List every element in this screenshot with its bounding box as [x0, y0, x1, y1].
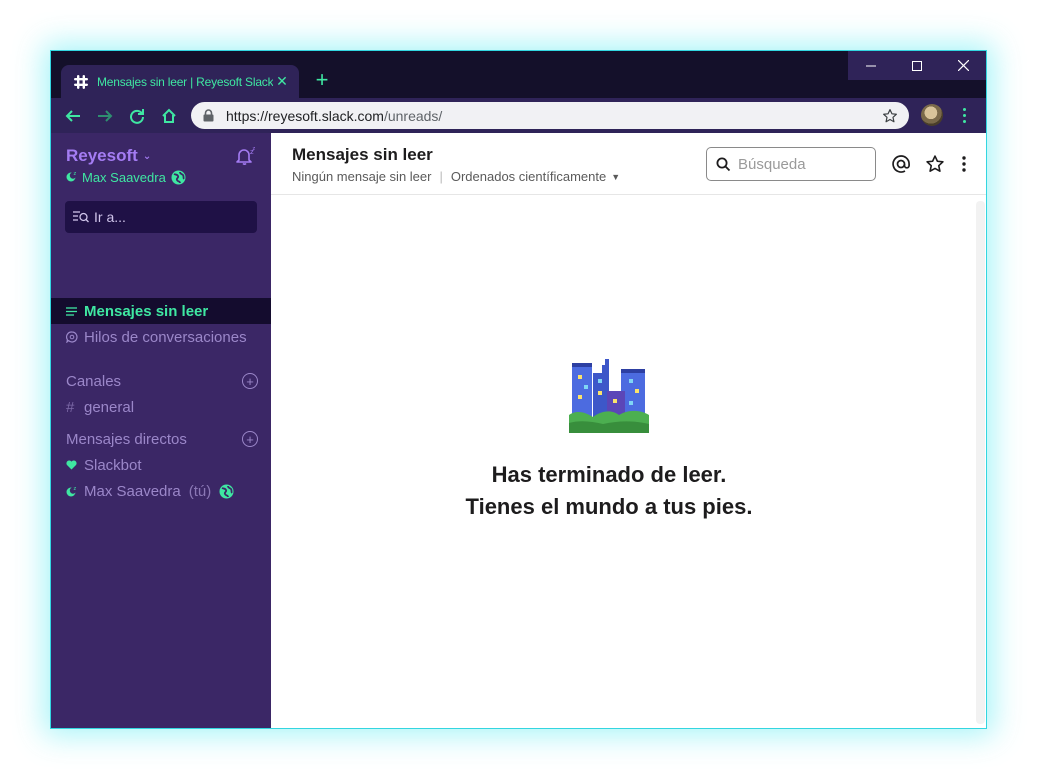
svg-text:z: z — [253, 146, 256, 152]
channels-header[interactable]: Canales + — [66, 370, 258, 392]
forward-icon[interactable] — [89, 101, 121, 131]
main-panel: Mensajes sin leer Ningún mensaje sin lee… — [271, 133, 986, 728]
url-host: https://reyesoft.slack.com — [226, 107, 384, 124]
more-icon[interactable] — [954, 153, 974, 175]
reload-icon[interactable] — [121, 101, 153, 131]
chevron-down-icon[interactable]: ▼ — [611, 172, 620, 182]
workspace-name: Reyesoft — [66, 146, 138, 165]
bookmark-star-icon[interactable] — [881, 107, 899, 125]
tab-title: Mensajes sin leer | Reyesoft Slack — [97, 74, 273, 89]
slack-favicon-icon — [73, 74, 89, 90]
channel-label: general — [84, 398, 135, 416]
dm-label: Max Saavedra — [84, 482, 181, 500]
tab-bar: Mensajes sin leer | Reyesoft Slack ✕ + — [51, 51, 986, 98]
close-window-button[interactable] — [940, 51, 986, 80]
globe-status-icon — [171, 170, 186, 185]
back-icon[interactable] — [57, 101, 89, 131]
sidebar-item-self-dm[interactable]: z Max Saavedra (tú) — [51, 478, 271, 504]
empty-state-message: Has terminado de leer. Tienes el mundo a… — [271, 459, 947, 523]
sidebar: Reyesoft ⌄ zz z Max Saavedra Ir a... Men… — [51, 133, 271, 728]
search-placeholder: Búsqueda — [738, 155, 806, 173]
url-path: /unreads/ — [383, 107, 443, 124]
divider: | — [439, 169, 443, 184]
address-bar[interactable]: https://reyesoft.slack.com/unreads/ — [191, 102, 909, 129]
workspace-switcher[interactable]: Reyesoft ⌄ — [66, 146, 151, 166]
browser-menu-icon[interactable] — [957, 104, 971, 126]
globe-status-icon — [219, 484, 234, 499]
hash-icon: # — [66, 398, 75, 416]
away-snooze-icon: z — [66, 170, 78, 185]
empty-line-2: Tienes el mundo a tus pies. — [465, 494, 753, 519]
star-icon[interactable] — [924, 153, 946, 175]
search-input[interactable]: Búsqueda — [706, 147, 876, 181]
svg-text:z: z — [74, 486, 77, 492]
home-icon[interactable] — [153, 101, 185, 131]
new-tab-button[interactable]: + — [311, 67, 333, 93]
threads-icon — [66, 331, 82, 343]
page-title: Mensajes sin leer — [292, 145, 433, 164]
empty-line-1: Has terminado de leer. — [491, 462, 727, 487]
browser-toolbar: https://reyesoft.slack.com/unreads/ — [51, 98, 986, 133]
sidebar-item-unreads[interactable]: Mensajes sin leer — [51, 298, 271, 324]
unreads-icon — [66, 306, 82, 316]
city-emoji-icon — [569, 351, 649, 433]
maximize-button[interactable] — [894, 51, 940, 80]
sort-dropdown[interactable]: Ordenados científicamente — [451, 169, 606, 184]
heart-icon — [66, 460, 82, 470]
at-icon[interactable] — [890, 153, 912, 175]
jump-to-input[interactable]: Ir a... — [65, 201, 257, 233]
unread-count-text: Ningún mensaje sin leer — [292, 169, 432, 184]
sidebar-item-slackbot[interactable]: Slackbot — [51, 452, 271, 478]
jump-search-icon — [73, 210, 89, 224]
chevron-down-icon: ⌄ — [142, 150, 152, 162]
browser-window: Mensajes sin leer | Reyesoft Slack ✕ + h… — [50, 50, 987, 729]
channel-header: Mensajes sin leer Ningún mensaje sin lee… — [271, 133, 986, 195]
user-name: Max Saavedra — [82, 170, 166, 185]
away-snooze-icon: z — [66, 485, 82, 497]
add-channel-icon[interactable]: + — [242, 373, 258, 389]
scrollbar[interactable] — [976, 201, 985, 724]
tab-close-icon[interactable]: ✕ — [273, 73, 291, 90]
sidebar-item-label: Hilos de conversaciones — [84, 328, 247, 346]
lock-icon — [203, 109, 217, 123]
current-user[interactable]: z Max Saavedra — [66, 170, 186, 185]
jump-placeholder: Ir a... — [94, 209, 126, 225]
channel-subtitle: Ningún mensaje sin leer | Ordenados cien… — [292, 169, 620, 184]
sidebar-item-label: Mensajes sin leer — [84, 302, 209, 320]
sidebar-item-threads[interactable]: Hilos de conversaciones — [51, 324, 271, 350]
sidebar-item-general[interactable]: # general — [51, 394, 271, 420]
minimize-button[interactable] — [848, 51, 894, 80]
channels-heading: Canales — [66, 372, 122, 390]
dm-heading: Mensajes directos — [66, 430, 187, 448]
dm-label: Slackbot — [84, 456, 142, 474]
profile-avatar[interactable] — [921, 104, 943, 126]
browser-tab[interactable]: Mensajes sin leer | Reyesoft Slack ✕ — [61, 65, 299, 98]
add-dm-icon[interactable]: + — [242, 431, 258, 447]
dm-you-suffix: (tú) — [188, 482, 212, 500]
svg-text:z: z — [74, 171, 77, 177]
search-icon — [716, 157, 731, 172]
dm-header[interactable]: Mensajes directos + — [66, 428, 258, 450]
bell-icon[interactable]: zz — [234, 145, 256, 167]
